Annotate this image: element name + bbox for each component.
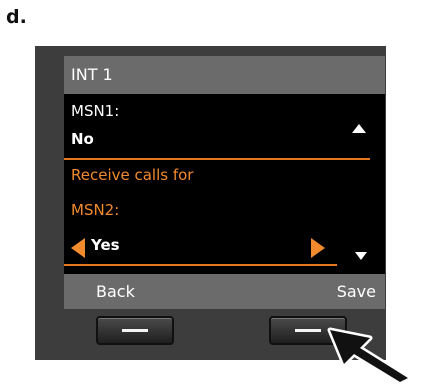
phone-display-panel: INT 1 MSN1: No Receive calls for MSN2: Y… [35,46,386,360]
receive-calls-heading: Receive calls for [71,166,194,184]
softkey-bar: Back Save [64,274,385,309]
back-softkey-label[interactable]: Back [96,282,135,301]
msn1-value[interactable]: No [71,130,94,148]
msn2-value[interactable]: Yes [91,236,120,254]
separator [64,158,370,160]
display-screen: INT 1 MSN1: No Receive calls for MSN2: Y… [64,56,385,309]
arrow-right-icon[interactable] [311,238,325,258]
msn1-label: MSN1: [71,102,120,120]
scroll-up-icon [352,124,366,133]
key-bar [122,329,148,332]
scroll-down-icon [355,252,367,260]
pointer-arrow-icon [327,327,411,384]
selection-underline [64,264,337,266]
save-softkey-label[interactable]: Save [337,282,376,301]
left-display-key[interactable] [96,316,174,345]
arrow-left-icon[interactable] [71,238,85,258]
screen-title: INT 1 [71,65,113,84]
step-label: d. [6,6,27,28]
title-bar: INT 1 [64,56,385,94]
msn2-label: MSN2: [71,201,120,219]
key-bar [295,329,321,332]
